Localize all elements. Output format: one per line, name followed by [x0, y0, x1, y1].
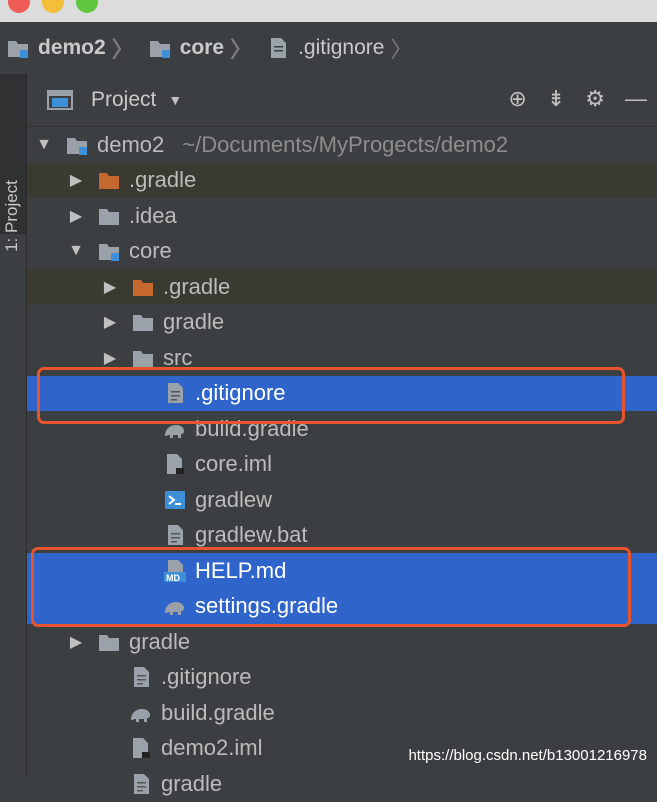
expand-arrow-down-icon[interactable]: ▼ [35, 136, 53, 154]
folder-icon [131, 311, 155, 333]
tree-item-label: gradle [163, 309, 225, 335]
module-folder-icon [97, 240, 121, 262]
expand-arrow-down-icon[interactable]: ▼ [67, 242, 85, 260]
text-file-icon [129, 773, 153, 795]
tree-item-label: gradlew [195, 486, 273, 512]
tree-row[interactable]: core.iml [27, 447, 657, 483]
watermark: https://blog.csdn.net/b13001216978 [408, 747, 647, 764]
tree-row[interactable]: ▶ gradle [27, 624, 657, 660]
breadcrumb-label: .gitignore [298, 36, 385, 59]
tree-item-label: build.gradle [161, 699, 275, 725]
text-file-icon [163, 524, 187, 546]
zoom-window-button[interactable] [76, 0, 98, 13]
chevron-right-icon: 〉 [230, 37, 253, 62]
project-panel-toolbar: Project ▼ ⊕ ⇟ ⚙ — [27, 74, 657, 127]
locate-icon[interactable]: ⊕ [508, 86, 526, 112]
tree-item-label: .gitignore [161, 664, 252, 690]
expand-arrow-right-icon[interactable]: ▶ [101, 348, 119, 368]
highlight-box [37, 367, 625, 424]
module-folder-icon [6, 37, 30, 59]
orange-folder-icon [131, 276, 155, 298]
tree-item-label: demo2.iml [161, 735, 263, 761]
breadcrumb: demo2 〉 core 〉 .gitignore 〉 [0, 22, 657, 75]
highlight-box [31, 547, 631, 627]
chevron-right-icon: 〉 [390, 37, 413, 62]
tree-row[interactable]: ▼ core [27, 234, 657, 270]
breadcrumb-item-gitignore[interactable]: .gitignore 〉 [266, 32, 420, 64]
iml-file-icon [163, 453, 187, 475]
project-view-selector[interactable]: Project [91, 88, 156, 112]
expand-arrow-right-icon[interactable]: ▶ [67, 170, 85, 190]
terminal-file-icon [163, 489, 187, 511]
tree-item-label: demo2 [97, 131, 165, 157]
folder-icon [97, 205, 121, 227]
project-panel: Project ▼ ⊕ ⇟ ⚙ — ▼ demo2 ~/Documents/MyPr… [27, 74, 657, 796]
gradle-elephant-icon [129, 702, 153, 724]
expand-arrow-right-icon[interactable]: ▶ [101, 312, 119, 332]
tree-row[interactable]: ▶ .gradle [27, 162, 657, 198]
tree-row[interactable]: ▼ demo2 ~/Documents/MyProgects/demo2 [27, 127, 657, 163]
tree-row[interactable]: gradle [27, 766, 657, 802]
expand-arrow-right-icon[interactable]: ▶ [101, 277, 119, 297]
tree-item-label: .idea [129, 202, 177, 228]
expand-arrow-right-icon[interactable]: ▶ [67, 632, 85, 652]
breadcrumb-item-demo2[interactable]: demo2 〉 [6, 32, 142, 64]
window-title-bar [0, 0, 657, 22]
tree-item-label: gradle [129, 628, 191, 654]
tree-row[interactable]: ▶ gradle [27, 305, 657, 341]
module-folder-icon [65, 134, 89, 156]
project-view-icon [47, 89, 73, 111]
hide-icon[interactable]: — [625, 86, 647, 112]
minimize-window-button[interactable] [42, 0, 64, 13]
project-tool-tab-label: 1: Project [2, 180, 21, 252]
close-window-button[interactable] [8, 0, 30, 13]
folder-icon [97, 631, 121, 653]
module-folder-icon [148, 37, 172, 59]
collapse-all-icon[interactable]: ⇟ [547, 86, 565, 112]
gear-icon[interactable]: ⚙ [585, 86, 605, 112]
iml-file-icon [129, 737, 153, 759]
tree-row[interactable]: .gitignore [27, 660, 657, 696]
folder-icon [131, 347, 155, 369]
breadcrumb-item-core[interactable]: core 〉 [148, 32, 260, 64]
tree-item-label: gradle [161, 770, 223, 796]
chevron-right-icon: 〉 [111, 37, 134, 62]
tree-item-path: ~/Documents/MyProgects/demo2 [182, 131, 509, 157]
expand-arrow-right-icon[interactable]: ▶ [67, 206, 85, 226]
tree-item-label: gradlew.bat [195, 522, 308, 548]
tree-item-label: core.iml [195, 451, 273, 477]
tree-row[interactable]: gradlew [27, 482, 657, 518]
tree-row[interactable]: build.gradle [27, 695, 657, 731]
tree-row[interactable]: ▶ .idea [27, 198, 657, 234]
tree-item-label: .gradle [163, 273, 231, 299]
text-file-icon [266, 37, 290, 59]
project-tool-tab[interactable]: 1: Project [0, 74, 26, 252]
chevron-down-icon[interactable]: ▼ [168, 92, 182, 108]
breadcrumb-label: demo2 [38, 36, 106, 59]
text-file-icon [129, 666, 153, 688]
orange-folder-icon [97, 169, 121, 191]
tree-row[interactable]: ▶ .gradle [27, 269, 657, 305]
breadcrumb-label: core [179, 36, 225, 59]
tree-item-label: .gradle [129, 167, 197, 193]
tree-item-label: core [129, 238, 172, 264]
